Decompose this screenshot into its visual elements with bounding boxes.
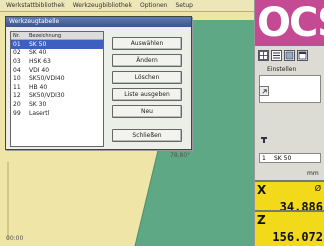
grid-icon[interactable] — [258, 50, 269, 61]
select-button[interactable]: Auswählen — [112, 37, 182, 50]
list-item[interactable]: 04 VDI 40 — [11, 66, 103, 75]
window-icon[interactable] — [297, 50, 308, 61]
list-item-nr: 99 — [13, 109, 21, 117]
logo: OCS — [255, 0, 324, 46]
edit-button[interactable]: Ändern — [112, 54, 182, 67]
menu-setup[interactable]: Setup — [176, 2, 193, 9]
panel-toolbar — [258, 50, 308, 61]
print-list-button[interactable]: Liste ausgeben — [112, 88, 182, 101]
arrow-icon[interactable] — [259, 86, 269, 96]
control-panel: OCS Einstellen 1 SK 50 mm X Ø 34.886 Z 1… — [254, 0, 324, 246]
list-item-name: SK50/VDI40 — [29, 75, 65, 83]
tool-field-value: SK 50 — [274, 155, 292, 162]
angle-label: 78.80° — [170, 152, 191, 159]
delete-button[interactable]: Löschen — [112, 71, 182, 84]
settings-label: Einstellen — [267, 66, 297, 73]
list-item-nr: 03 — [13, 57, 21, 65]
list-item-nr: 20 — [13, 100, 21, 108]
list-item-name: SK 40 — [29, 49, 47, 57]
list-item[interactable]: 02 SK 40 — [11, 49, 103, 58]
menu-werkzeugbibliothek[interactable]: Werkzeugbibliothek — [73, 2, 132, 9]
list-item[interactable]: 11 HB 40 — [11, 83, 103, 92]
corner-label: 00:00 — [6, 235, 24, 242]
close-button[interactable]: Schließen — [112, 129, 182, 142]
menu-werkstattbibliothek[interactable]: Werkstattbibliothek — [6, 2, 65, 9]
menu-optionen[interactable]: Optionen — [140, 2, 168, 9]
list-header: Nr. Bezeichnung — [11, 32, 103, 40]
tool-list[interactable]: Nr. Bezeichnung 01 SK 50 02 SK 40 03 HSK… — [10, 31, 104, 147]
diameter-symbol: Ø — [314, 184, 321, 193]
list-item[interactable]: 20 SK 30 — [11, 100, 103, 109]
list-item[interactable]: 01 SK 50 — [11, 40, 103, 49]
list-item[interactable]: 12 SK50/VDI30 — [11, 92, 103, 101]
list-item-name: SK50/VDI30 — [29, 92, 65, 100]
list-item-nr: 01 — [13, 40, 21, 48]
list-item[interactable]: 10 SK50/VDI40 — [11, 74, 103, 83]
list-item-name: VDI 40 — [29, 66, 50, 74]
tool-field[interactable]: 1 SK 50 — [259, 153, 321, 163]
list-item-nr: 02 — [13, 49, 21, 57]
list-item[interactable]: 99 Lasertl — [11, 109, 103, 118]
unit-label: mm — [307, 170, 319, 177]
list-item-name: HSK 63 — [29, 57, 51, 65]
list-item-name: Lasertl — [29, 109, 50, 117]
list-icon[interactable] — [271, 50, 282, 61]
list-item-nr: 11 — [13, 83, 21, 91]
list-item-name: SK 50 — [29, 40, 47, 48]
z-readout: Z 156.072 — [255, 210, 324, 246]
list-item-nr: 10 — [13, 75, 21, 83]
list-item-name: SK 30 — [29, 100, 47, 108]
tool-table-dialog: Werkzeugtabelle Nr. Bezeichnung 01 SK 50… — [5, 16, 192, 150]
x-axis-label: X — [257, 183, 267, 197]
list-item-name: HB 40 — [29, 83, 48, 91]
table-icon[interactable] — [284, 50, 295, 61]
list-item-nr: 12 — [13, 92, 21, 100]
menubar: Werkstattbibliothek Werkzeugbibliothek O… — [0, 0, 254, 12]
list-item-nr: 04 — [13, 66, 21, 74]
z-axis-label: Z — [257, 213, 266, 227]
list-item[interactable]: 03 HSK 63 — [11, 57, 103, 66]
dialog-title: Werkzeugtabelle — [6, 17, 191, 27]
logo-text: OCS — [257, 0, 324, 46]
tool-holder-icon — [259, 135, 269, 145]
z-value: 156.072 — [272, 230, 323, 244]
tool-field-index: 1 — [262, 155, 266, 162]
column-nr: Nr. — [13, 33, 20, 39]
new-button[interactable]: Neu — [112, 105, 182, 118]
column-name: Bezeichnung — [29, 33, 62, 39]
